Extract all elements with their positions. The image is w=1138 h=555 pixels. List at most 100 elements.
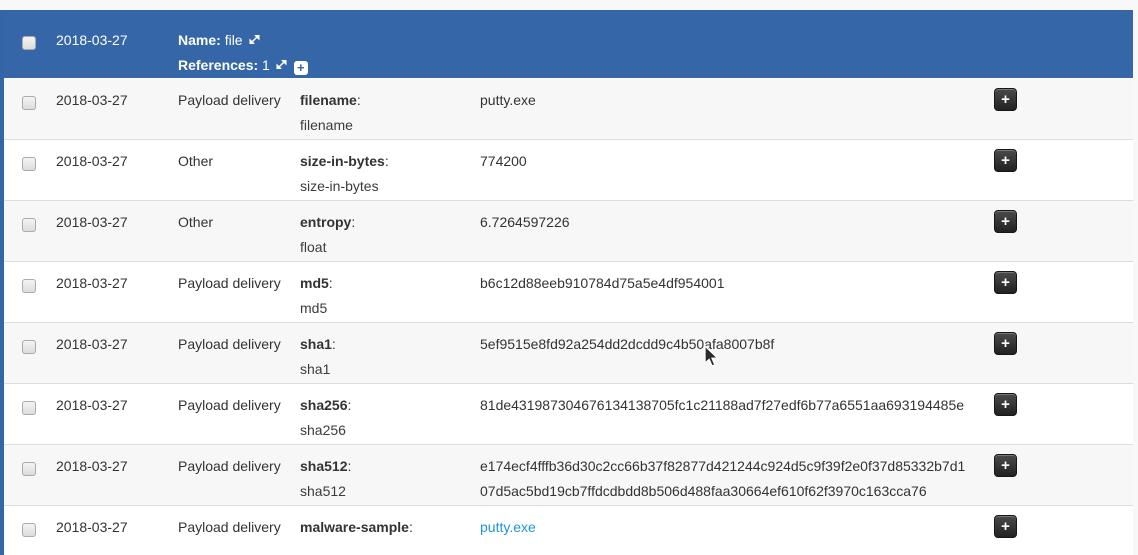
table-row: 2018-03-27 Payload delivery sha256: sha2… bbox=[4, 384, 1133, 445]
row-checkbox-cell bbox=[4, 323, 56, 359]
type-cell: malware-sample: bbox=[300, 506, 480, 540]
object-relation: sha1: bbox=[300, 332, 470, 357]
row-checkbox[interactable] bbox=[22, 218, 36, 232]
references-count: 1 bbox=[262, 57, 270, 73]
object-relation: entropy: bbox=[300, 210, 470, 235]
attributes-table: 2018-03-27 Name: file References: 1+ 201… bbox=[0, 10, 1133, 555]
category-cell: Payload delivery bbox=[178, 445, 300, 479]
add-button[interactable]: + bbox=[994, 515, 1017, 538]
attribute-type: float bbox=[300, 235, 470, 260]
object-name-line: Name: file bbox=[178, 28, 308, 53]
category-cell: Payload delivery bbox=[178, 79, 300, 113]
object-references-line: References: 1+ bbox=[178, 53, 308, 78]
actions-cell: + bbox=[994, 323, 1133, 356]
object-relation: size-in-bytes: bbox=[300, 149, 470, 174]
object-checkbox[interactable] bbox=[22, 36, 36, 50]
value-cell: b6c12d88eeb910784d75a5e4df954001 bbox=[480, 262, 994, 296]
date-cell: 2018-03-27 bbox=[56, 201, 178, 235]
row-checkbox-cell bbox=[4, 140, 56, 176]
object-name-value: file bbox=[225, 32, 243, 48]
expand-icon[interactable] bbox=[275, 54, 288, 67]
add-button[interactable]: + bbox=[994, 332, 1017, 355]
category-cell: Payload delivery bbox=[178, 323, 300, 357]
table-row: 2018-03-27 Payload delivery filename: fi… bbox=[4, 79, 1133, 140]
row-checkbox-cell bbox=[4, 384, 56, 420]
attribute-value-link[interactable]: putty.exe bbox=[480, 519, 536, 535]
object-relation: filename: bbox=[300, 88, 470, 113]
object-date: 2018-03-27 bbox=[56, 19, 178, 53]
attribute-value: putty.exe bbox=[480, 92, 536, 108]
category-cell: Payload delivery bbox=[178, 384, 300, 418]
actions-cell: + bbox=[994, 201, 1133, 234]
add-button[interactable]: + bbox=[994, 271, 1017, 294]
value-cell: e174ecf4fffb36d30c2cc66b37f82877d421244c… bbox=[480, 445, 994, 504]
row-checkbox-cell bbox=[4, 79, 56, 115]
actions-cell: + bbox=[994, 79, 1133, 112]
attribute-value: 6.7264597226 bbox=[480, 214, 570, 230]
value-cell: 774200 bbox=[480, 140, 994, 174]
row-checkbox[interactable] bbox=[22, 157, 36, 171]
attributes-page: { "object_header": { "date": "2018-03-27… bbox=[0, 0, 1138, 555]
attribute-value: 5ef9515e8fd92a254dd2dcdd9c4b50afa8007b8f bbox=[480, 336, 774, 352]
add-button[interactable]: + bbox=[994, 454, 1017, 477]
type-cell: size-in-bytes: size-in-bytes bbox=[300, 140, 480, 199]
actions-cell: + bbox=[994, 506, 1133, 539]
attribute-type: md5 bbox=[300, 296, 470, 321]
type-cell: filename: filename bbox=[300, 79, 480, 138]
date-cell: 2018-03-27 bbox=[56, 506, 178, 540]
object-relation: sha256: bbox=[300, 393, 470, 418]
expand-icon[interactable] bbox=[248, 29, 261, 42]
row-checkbox-cell bbox=[4, 201, 56, 237]
attribute-type: sha1 bbox=[300, 357, 470, 382]
attribute-value: e174ecf4fffb36d30c2cc66b37f82877d421244c… bbox=[480, 458, 965, 499]
category-cell: Payload delivery bbox=[178, 262, 300, 296]
row-checkbox-cell bbox=[4, 506, 56, 542]
date-cell: 2018-03-27 bbox=[56, 384, 178, 418]
row-checkbox-cell bbox=[4, 262, 56, 298]
attribute-type: size-in-bytes bbox=[300, 174, 470, 199]
table-row: 2018-03-27 Other size-in-bytes: size-in-… bbox=[4, 140, 1133, 201]
type-cell: sha1: sha1 bbox=[300, 323, 480, 382]
value-cell: 81de431987304676134138705fc1c21188ad7f27… bbox=[480, 384, 994, 418]
row-checkbox[interactable] bbox=[22, 340, 36, 354]
table-row: 2018-03-27 Payload delivery malware-samp… bbox=[4, 506, 1133, 555]
table-row: 2018-03-27 Payload delivery sha512: sha5… bbox=[4, 445, 1133, 506]
type-cell: sha512: sha512 bbox=[300, 445, 480, 504]
add-button[interactable]: + bbox=[994, 88, 1017, 111]
type-cell: entropy: float bbox=[300, 201, 480, 260]
date-cell: 2018-03-27 bbox=[56, 140, 178, 174]
row-checkbox-cell bbox=[4, 445, 56, 481]
actions-cell: + bbox=[994, 445, 1133, 478]
object-name-label: Name: bbox=[178, 32, 221, 48]
object-relation: malware-sample: bbox=[300, 515, 470, 540]
attribute-type: filename bbox=[300, 113, 470, 138]
row-checkbox[interactable] bbox=[22, 401, 36, 415]
date-cell: 2018-03-27 bbox=[56, 262, 178, 296]
row-checkbox[interactable] bbox=[22, 523, 36, 537]
table-row: 2018-03-27 Payload delivery md5: md5 b6c… bbox=[4, 262, 1133, 323]
actions-cell: + bbox=[994, 384, 1133, 417]
row-checkbox[interactable] bbox=[22, 96, 36, 110]
actions-cell: + bbox=[994, 140, 1133, 173]
date-cell: 2018-03-27 bbox=[56, 445, 178, 479]
value-cell: 6.7264597226 bbox=[480, 201, 994, 235]
add-button[interactable]: + bbox=[994, 149, 1017, 172]
add-button[interactable]: + bbox=[994, 210, 1017, 233]
value-cell: 5ef9515e8fd92a254dd2dcdd9c4b50afa8007b8f bbox=[480, 323, 994, 357]
add-button[interactable]: + bbox=[994, 393, 1017, 416]
category-cell: Payload delivery bbox=[178, 506, 300, 540]
date-cell: 2018-03-27 bbox=[56, 79, 178, 113]
row-checkbox[interactable] bbox=[22, 279, 36, 293]
attribute-type: sha256 bbox=[300, 418, 470, 443]
object-relation: md5: bbox=[300, 271, 470, 296]
type-cell: md5: md5 bbox=[300, 262, 480, 321]
row-checkbox[interactable] bbox=[22, 462, 36, 476]
object-checkbox-cell bbox=[4, 19, 56, 55]
type-cell: sha256: sha256 bbox=[300, 384, 480, 443]
object-relation: sha512: bbox=[300, 454, 470, 479]
plus-square-icon[interactable]: + bbox=[294, 61, 308, 75]
category-cell: Other bbox=[178, 201, 300, 235]
object-header-row: 2018-03-27 Name: file References: 1+ bbox=[4, 10, 1133, 79]
value-cell: putty.exe bbox=[480, 506, 994, 540]
attribute-value: 81de431987304676134138705fc1c21188ad7f27… bbox=[480, 397, 964, 413]
